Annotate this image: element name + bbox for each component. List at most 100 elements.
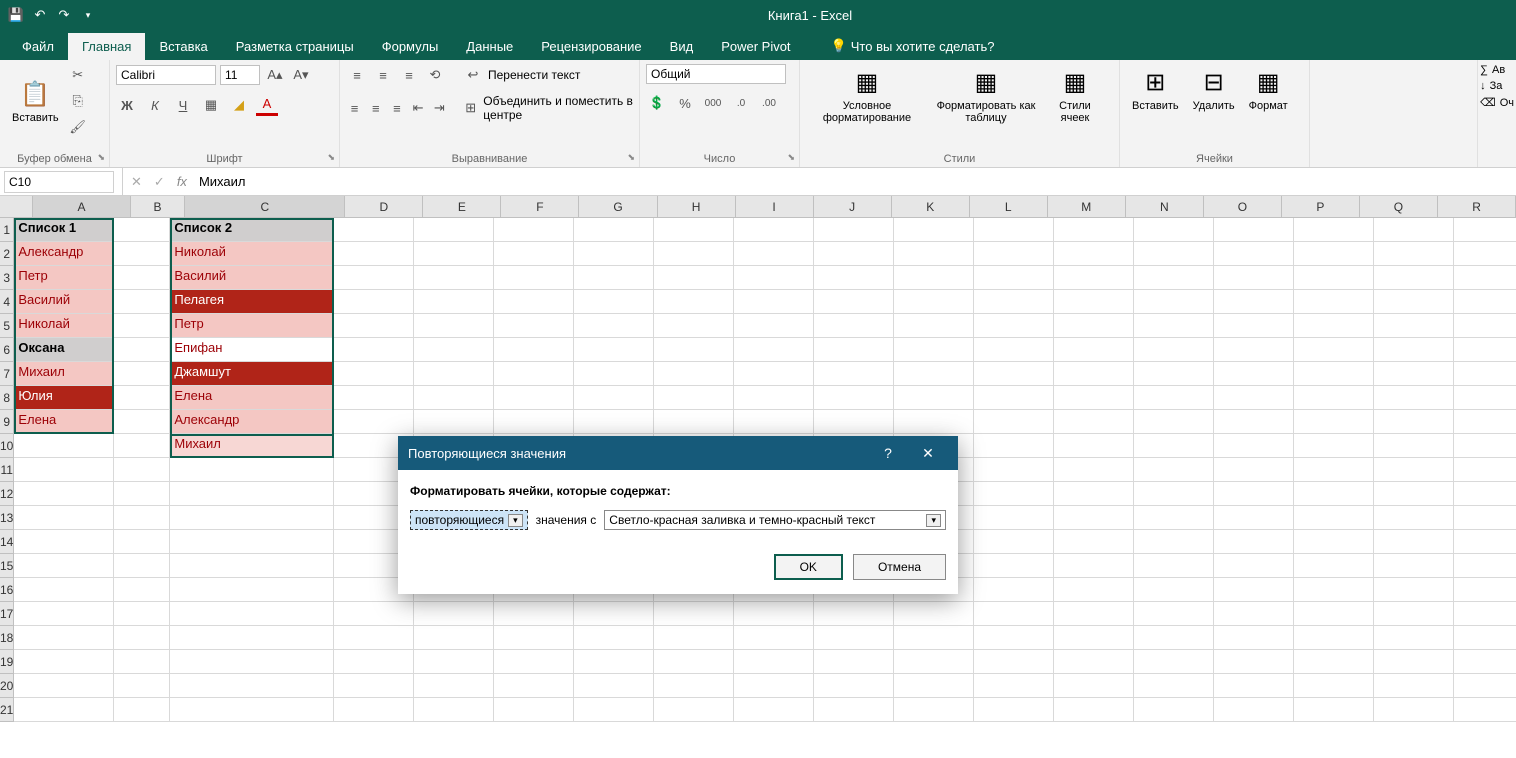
cell-D18[interactable] xyxy=(334,626,414,650)
cell-L12[interactable] xyxy=(974,482,1054,506)
decrease-decimal-icon[interactable]: .00 xyxy=(758,92,780,114)
cell-K5[interactable] xyxy=(894,314,974,338)
row-header-4[interactable]: 4 xyxy=(0,290,14,314)
row-header-20[interactable]: 20 xyxy=(0,674,14,698)
cell-Q7[interactable] xyxy=(1374,362,1454,386)
row-header-9[interactable]: 9 xyxy=(0,410,14,434)
enter-formula-icon[interactable]: ✓ xyxy=(154,174,165,190)
cell-O12[interactable] xyxy=(1214,482,1294,506)
font-size-select[interactable]: 11 xyxy=(220,65,260,85)
cell-M12[interactable] xyxy=(1054,482,1134,506)
row-header-10[interactable]: 10 xyxy=(0,434,14,458)
cell-C14[interactable] xyxy=(170,530,334,554)
cell-Q16[interactable] xyxy=(1374,578,1454,602)
font-name-select[interactable]: Calibri xyxy=(116,65,216,85)
cell-K2[interactable] xyxy=(894,242,974,266)
cell-R21[interactable] xyxy=(1454,698,1516,722)
cell-H9[interactable] xyxy=(654,410,734,434)
cell-K17[interactable] xyxy=(894,602,974,626)
cell-A17[interactable] xyxy=(14,602,114,626)
cell-Q9[interactable] xyxy=(1374,410,1454,434)
cell-H17[interactable] xyxy=(654,602,734,626)
cell-C21[interactable] xyxy=(170,698,334,722)
cell-L10[interactable] xyxy=(974,434,1054,458)
col-header-M[interactable]: M xyxy=(1048,196,1126,217)
cell-A16[interactable] xyxy=(14,578,114,602)
col-header-K[interactable]: K xyxy=(892,196,970,217)
row-header-14[interactable]: 14 xyxy=(0,530,14,554)
cell-O2[interactable] xyxy=(1214,242,1294,266)
cell-M20[interactable] xyxy=(1054,674,1134,698)
row-header-21[interactable]: 21 xyxy=(0,698,14,722)
cell-L15[interactable] xyxy=(974,554,1054,578)
cell-O13[interactable] xyxy=(1214,506,1294,530)
cell-G7[interactable] xyxy=(574,362,654,386)
cell-B15[interactable] xyxy=(114,554,170,578)
cell-R10[interactable] xyxy=(1454,434,1516,458)
cell-I17[interactable] xyxy=(734,602,814,626)
align-right-icon[interactable]: ≡ xyxy=(388,97,405,119)
cell-P18[interactable] xyxy=(1294,626,1374,650)
cell-O9[interactable] xyxy=(1214,410,1294,434)
cell-A18[interactable] xyxy=(14,626,114,650)
cell-Q10[interactable] xyxy=(1374,434,1454,458)
cell-M16[interactable] xyxy=(1054,578,1134,602)
cell-Q12[interactable] xyxy=(1374,482,1454,506)
cell-Q8[interactable] xyxy=(1374,386,1454,410)
cell-A1[interactable]: Список 1 xyxy=(14,218,114,242)
cell-K18[interactable] xyxy=(894,626,974,650)
align-bottom-icon[interactable]: ≡ xyxy=(398,64,420,86)
save-icon[interactable]: 💾 xyxy=(8,7,24,23)
cell-Q21[interactable] xyxy=(1374,698,1454,722)
row-header-16[interactable]: 16 xyxy=(0,578,14,602)
col-header-A[interactable]: A xyxy=(33,196,131,217)
cell-B11[interactable] xyxy=(114,458,170,482)
cell-F6[interactable] xyxy=(494,338,574,362)
cell-L8[interactable] xyxy=(974,386,1054,410)
cell-F21[interactable] xyxy=(494,698,574,722)
cell-C13[interactable] xyxy=(170,506,334,530)
cell-C9[interactable]: Александр xyxy=(170,410,334,434)
cell-D17[interactable] xyxy=(334,602,414,626)
tab-view[interactable]: Вид xyxy=(656,33,708,60)
decrease-indent-icon[interactable]: ⇤ xyxy=(410,97,427,119)
row-header-5[interactable]: 5 xyxy=(0,314,14,338)
tab-insert[interactable]: Вставка xyxy=(145,33,221,60)
cell-N4[interactable] xyxy=(1134,290,1214,314)
align-left-icon[interactable]: ≡ xyxy=(346,97,363,119)
cell-O5[interactable] xyxy=(1214,314,1294,338)
cell-B20[interactable] xyxy=(114,674,170,698)
cell-P14[interactable] xyxy=(1294,530,1374,554)
cell-I1[interactable] xyxy=(734,218,814,242)
delete-cells-button[interactable]: ⊟ Удалить xyxy=(1187,64,1241,114)
cell-C18[interactable] xyxy=(170,626,334,650)
cancel-button[interactable]: Отмена xyxy=(853,554,946,580)
cell-D21[interactable] xyxy=(334,698,414,722)
cell-Q5[interactable] xyxy=(1374,314,1454,338)
cell-G17[interactable] xyxy=(574,602,654,626)
col-header-O[interactable]: O xyxy=(1204,196,1282,217)
cell-E3[interactable] xyxy=(414,266,494,290)
cell-R6[interactable] xyxy=(1454,338,1516,362)
cell-D4[interactable] xyxy=(334,290,414,314)
percent-icon[interactable]: % xyxy=(674,92,696,114)
cell-G4[interactable] xyxy=(574,290,654,314)
cell-I18[interactable] xyxy=(734,626,814,650)
cell-Q20[interactable] xyxy=(1374,674,1454,698)
cell-O6[interactable] xyxy=(1214,338,1294,362)
cell-L9[interactable] xyxy=(974,410,1054,434)
cell-J18[interactable] xyxy=(814,626,894,650)
col-header-Q[interactable]: Q xyxy=(1360,196,1438,217)
cell-F7[interactable] xyxy=(494,362,574,386)
cell-F19[interactable] xyxy=(494,650,574,674)
cell-B9[interactable] xyxy=(114,410,170,434)
cell-H4[interactable] xyxy=(654,290,734,314)
format-cells-button[interactable]: ▦ Формат xyxy=(1243,64,1294,114)
underline-button[interactable]: Ч xyxy=(172,94,194,116)
col-header-J[interactable]: J xyxy=(814,196,892,217)
cell-C7[interactable]: Джамшут xyxy=(170,362,334,386)
cell-M9[interactable] xyxy=(1054,410,1134,434)
cell-A7[interactable]: Михаил xyxy=(14,362,114,386)
cell-R7[interactable] xyxy=(1454,362,1516,386)
cell-A9[interactable]: Елена xyxy=(14,410,114,434)
